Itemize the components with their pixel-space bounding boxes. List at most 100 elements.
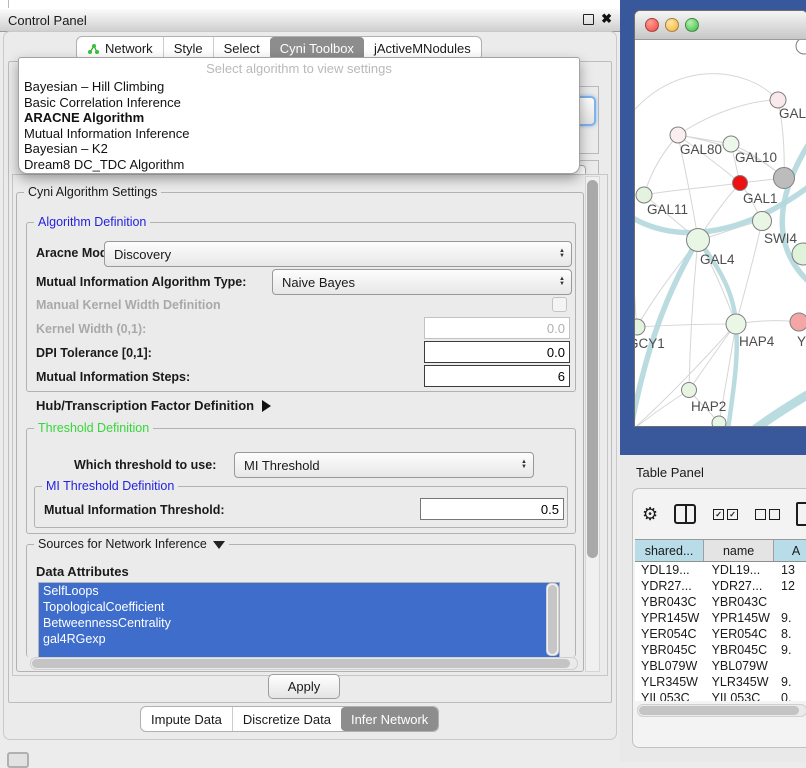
network-node-swi4[interactable] [753,212,772,231]
mi-type-combo[interactable]: Naive Bayes ▲▼ [272,269,572,295]
threshold-definition-title: Threshold Definition [34,421,153,435]
algorithm-option[interactable]: ARACNE Algorithm [19,110,579,126]
sources-title-text: Sources for Network Inference [38,537,207,551]
table-horizontal-scrollbar[interactable] [637,704,806,717]
table-row[interactable]: YIL053CYIL053C0. [635,690,806,701]
select-all-icon[interactable]: ✓✓ [713,509,738,520]
column-header-shared[interactable]: shared... [635,540,704,561]
data-attributes-list[interactable]: SelfLoopsTopologicalCoefficientBetweenne… [38,582,560,658]
apply-button[interactable]: Apply [268,674,340,699]
tab-label: Infer Network [351,712,428,727]
gear-icon[interactable]: ⚙ [642,504,658,525]
network-node[interactable] [796,40,806,54]
network-canvas[interactable]: GAL2GAL80GAL10GAL1GAL11SWI4GAL4GCY1HAP4Y… [635,40,806,427]
network-window-titlebar[interactable] [635,11,806,40]
algorithm-option[interactable]: Mutual Information Inference [19,126,579,142]
table-cell: YPR145W [635,610,706,626]
network-view-window[interactable]: GAL2GAL80GAL10GAL1GAL11SWI4GAL4GCY1HAP4Y… [634,10,806,427]
table-cell: YBR043C [706,594,777,610]
attribute-list-scrollbar[interactable] [546,583,559,656]
algorithm-option[interactable]: Basic Correlation Inference [19,95,579,111]
network-edge[interactable] [678,100,778,135]
column-header-A[interactable]: A [774,540,806,561]
table-row[interactable]: YBR045CYBR045C9. [635,642,806,658]
node-label-gal10: GAL10 [735,150,777,165]
window-close-traffic-light[interactable] [645,18,659,32]
table-row[interactable]: YPR145WYPR145W9. [635,610,806,626]
network-edge-highlighted[interactable] [739,388,806,427]
node-table[interactable]: shared...nameAYDL19...YDL19...13YDR27...… [635,539,806,701]
attribute-list-item[interactable]: TopologicalCoefficient [39,599,559,615]
network-edge[interactable] [644,135,678,195]
table-row[interactable]: YDR27...YDR27...12 [635,578,806,594]
node-label-gal1: GAL1 [743,191,778,206]
network-node-y[interactable] [790,313,806,331]
table-row[interactable]: YDL19...YDL19...13 [635,562,806,578]
which-threshold-combo[interactable]: MI Threshold ▲▼ [234,452,534,478]
network-edge[interactable] [635,74,778,115]
table-cell: 0. [777,690,806,701]
network-node-gal11[interactable] [636,187,652,203]
network-edge[interactable] [635,390,689,427]
attribute-list-item[interactable]: gal4RGexp [39,631,559,647]
document-icon[interactable] [796,502,806,526]
manual-kernel-checkbox[interactable] [552,297,567,312]
network-node-gcy1[interactable] [635,319,645,335]
network-edge[interactable] [689,240,698,390]
deselect-all-icon[interactable] [755,509,780,520]
hub-definition-toggle[interactable]: Hub/Transcription Factor Definition [36,398,271,413]
network-edge-highlighted[interactable] [635,240,698,427]
network-edge[interactable] [637,324,736,327]
network-node[interactable] [774,168,795,189]
network-node-gal4[interactable] [687,229,710,252]
float-window-icon[interactable] [583,14,594,25]
settings-horizontal-scrollbar[interactable] [30,657,578,670]
kernel-width-field[interactable] [424,317,570,339]
kernel-width-label: Kernel Width (0,1): [36,322,146,336]
mi-steps-field[interactable] [424,365,570,387]
network-edge[interactable] [689,324,736,390]
tab-impute-data[interactable]: Impute Data [141,707,232,731]
network-edge[interactable] [644,183,740,195]
table-cell: YLR345W [635,674,706,690]
attribute-list-item[interactable]: SelfLoops [39,583,559,599]
tab-infer-network[interactable]: Infer Network [341,707,438,731]
tab-label: Discretize Data [243,712,331,727]
sources-group-title[interactable]: Sources for Network Inference [34,537,229,551]
tab-discretize-data[interactable]: Discretize Data [232,707,341,731]
network-node-hap4[interactable] [726,314,746,334]
algorithm-definition-title: Algorithm Definition [34,215,150,229]
tab-label: jActiveMNodules [374,41,471,56]
collapsed-panel-button[interactable] [7,752,29,768]
window-zoom-traffic-light[interactable] [685,18,699,32]
close-icon[interactable]: ✖ [601,12,612,26]
table-row[interactable]: YBR043CYBR043C [635,594,806,610]
table-cell: YBR045C [706,642,777,658]
mi-threshold-field[interactable] [420,498,564,520]
network-node-hap2[interactable] [682,383,697,398]
table-row[interactable]: YER054CYER054C8. [635,626,806,642]
split-column-icon[interactable] [674,504,696,524]
settings-vertical-scrollbar[interactable] [585,176,600,672]
network-edge-highlighted[interactable] [728,324,737,427]
aracne-mode-combo[interactable]: Discovery ▲▼ [104,241,572,267]
dpi-tolerance-field[interactable] [424,341,570,363]
algorithm-option[interactable]: Dream8 DC_TDC Algorithm [19,157,579,173]
network-node-gal1[interactable] [733,176,748,191]
tab-label: Style [174,41,203,56]
data-attributes-label: Data Attributes [36,564,129,579]
algorithm-option[interactable]: Bayesian – Hill Climbing [19,79,579,95]
attribute-list-item[interactable]: BetweennessCentrality [39,615,559,631]
table-row[interactable]: YBL079WYBL079W [635,658,806,674]
network-node-gal80[interactable] [670,127,686,143]
table-row[interactable]: YLR345WYLR345W9. [635,674,806,690]
column-header-name[interactable]: name [704,540,774,561]
algorithm-option[interactable]: Bayesian – K2 [19,141,579,157]
network-edge[interactable] [736,221,762,324]
node-label-gal2: GAL2 [779,106,806,121]
node-label-gal4: GAL4 [700,252,735,267]
network-node[interactable] [712,416,726,427]
table-cell: 9. [777,610,806,626]
window-minimize-traffic-light[interactable] [665,18,679,32]
node-label-hap2: HAP2 [691,399,726,414]
